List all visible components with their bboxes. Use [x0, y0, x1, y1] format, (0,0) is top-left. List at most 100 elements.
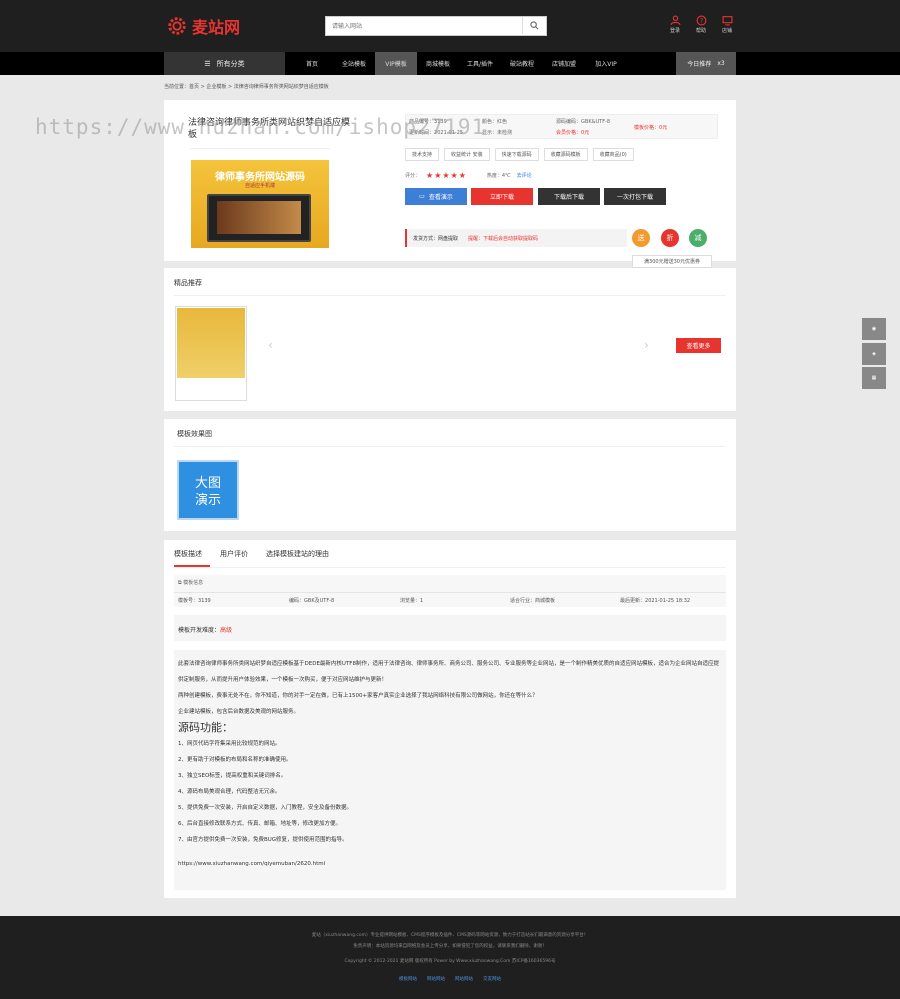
compass-icon: ◈: [872, 351, 876, 357]
nav-item-vip-templates[interactable]: VIP模板: [375, 52, 417, 75]
func-item: 7、由官方提供免费一次安装，免费BUG修复，提供使用范围的指导。: [178, 837, 348, 843]
watermark: https://www.huzhan.com/ishop27191: [35, 115, 486, 139]
tag-support[interactable]: 技术支持: [405, 148, 440, 161]
nav-item-home[interactable]: 首页: [291, 52, 333, 75]
ship-info: 发货方式：网盘提取 提醒：下载后会自动获取提取码: [405, 229, 627, 247]
tab-description[interactable]: 模板描述: [174, 549, 202, 559]
desc-para: 企业建站模板，包含后台数据及美观的网站服务。: [178, 709, 300, 715]
ship-label: 发货方式：网盘提取: [413, 235, 459, 242]
thumb-subtitle: 自适应手机端: [244, 183, 275, 189]
demo-button-label: 查看演示: [428, 194, 453, 201]
prop-template-price: 模板价格：0元: [634, 125, 668, 131]
download-after-button[interactable]: 下载后下载: [538, 188, 600, 205]
footer-link[interactable]: 交友网站: [483, 976, 501, 982]
nav-item-tools[interactable]: 工具/插件: [459, 52, 501, 75]
big-demo-button[interactable]: 大图 演示: [177, 460, 239, 520]
rating-label: 评分：: [405, 173, 421, 179]
description: 此套法律咨询律师事务所类网站织梦自适应模板基于DEDE最新内核UTF8制作，适用…: [174, 650, 726, 890]
product-thumbnail[interactable]: 律师事务所网站源码 自适应手机端: [191, 160, 329, 248]
info-updated: 最后更新：2021-01-25 18:32: [620, 598, 691, 604]
thumb-title: 律师事务所网站源码: [215, 172, 305, 183]
login-label: 登录: [669, 28, 680, 34]
today-label: 今日推荐: [687, 61, 712, 68]
menu-icon: ☰: [204, 59, 211, 68]
prop-encoding: 源码编码：GBK&UTF-8: [556, 119, 611, 125]
download-now-button[interactable]: 立即下载: [471, 188, 533, 205]
footer-link[interactable]: 网站网站: [455, 976, 473, 982]
monitor-icon: ▭: [419, 193, 425, 200]
divider: [174, 446, 726, 447]
nav-item-vip[interactable]: 加入VIP: [585, 52, 627, 75]
footer-line3: Copyright © 2012-2021 麦站网 版权所有 Power by …: [344, 959, 556, 964]
rating-row: 评分： ★★★★★ 热度：4℃ 去评论: [405, 171, 532, 180]
login-link[interactable]: 登录: [664, 15, 686, 34]
preview-panel: [164, 419, 736, 531]
reduce-badge[interactable]: 减: [689, 229, 707, 247]
tag-favorite[interactable]: 收藏商品(0): [592, 148, 634, 161]
tag-collect[interactable]: 收藏源码模板: [543, 148, 588, 161]
footer-line2: 免责声明：本站资源均来自网络及会员上传分享，如果侵犯了您的权益，请联系我们删除，…: [353, 944, 547, 949]
nav-item-join[interactable]: 店铺加盟: [543, 52, 585, 75]
copy-icon: ⧉: [178, 580, 182, 586]
info-views: 浏览量：1: [400, 598, 424, 604]
search-button[interactable]: [522, 17, 546, 34]
shop-link[interactable]: 店铺: [716, 15, 738, 34]
divider: [174, 295, 726, 296]
survey-icon: ▦: [871, 375, 877, 381]
prop-color: 颜色：红色: [482, 119, 508, 125]
logo-text: 麦站网: [192, 18, 241, 37]
gear-logo-icon: [168, 17, 186, 35]
source-link[interactable]: https://www.xiuzhanwang.com/qiyemuban/26…: [178, 856, 722, 872]
nav-item-tutorials[interactable]: 破站教程: [501, 52, 543, 75]
func-item: 1、网页代码字符集采用比较规范的网站。: [178, 741, 281, 747]
recommend-thumbnail: [177, 308, 245, 378]
info-encoding: 编码：GBK及UTF-8: [289, 598, 335, 604]
heat-text: 热度：4℃: [486, 173, 511, 179]
func-item: 3、独立SEO标签，提高权重和关键词排名。: [178, 773, 287, 779]
coupon-tip: 满300元赠送30元优惠券: [632, 255, 712, 268]
tag-install[interactable]: 收益统计 安装: [444, 148, 490, 161]
all-categories-button[interactable]: ☰ 所有分类: [164, 52, 285, 75]
ship-note: 提醒：下载后会自动获取提取码: [468, 235, 539, 242]
site-logo[interactable]: 麦站网: [166, 15, 240, 37]
tab-reasons[interactable]: 选择模板建站的理由: [266, 549, 329, 559]
discount-badge[interactable]: 折: [661, 229, 679, 247]
chevron-right-icon[interactable]: ›: [644, 338, 649, 352]
comment-link[interactable]: 去评论: [517, 172, 532, 179]
demo-button[interactable]: ▭ 查看演示: [405, 188, 467, 205]
shop-label: 店铺: [721, 28, 732, 34]
footer-link[interactable]: 模板网站: [399, 976, 417, 982]
rating-stars[interactable]: ★★★★★: [426, 171, 467, 180]
footer-links: 模板网站 网站网站 网站网站 交友网站: [0, 976, 900, 982]
search-icon: [530, 21, 539, 30]
chevron-left-icon[interactable]: ‹: [268, 338, 273, 352]
qq-float-button[interactable]: ◉: [862, 318, 886, 340]
info-id: 模板号：3139: [178, 598, 211, 604]
detail-tabs: 模板描述 用户评价 选择模板建站的理由: [174, 549, 329, 559]
nav-item-shop-templates[interactable]: 商城模板: [417, 52, 459, 75]
gift-badge[interactable]: 送: [632, 229, 650, 247]
desc-para: 此套法律咨询律师事务所类网站织梦自适应模板基于DEDE最新内核UTF8制作，适用…: [178, 661, 719, 683]
footer-link[interactable]: 网站网站: [427, 976, 445, 982]
divider: [174, 567, 726, 568]
compass-float-button[interactable]: ◈: [862, 343, 886, 365]
tab-reviews[interactable]: 用户评价: [220, 549, 248, 559]
main-nav: ☰ 所有分类 首页 全站模板 VIP模板 商城模板 工具/插件 破站教程 店铺加盟…: [164, 52, 736, 75]
today-recommend[interactable]: 今日推荐 x3: [676, 52, 736, 75]
preview-title: 模板效果图: [177, 430, 212, 438]
search-input[interactable]: [326, 17, 522, 35]
recommend-item[interactable]: [175, 306, 247, 401]
pack-download-button[interactable]: 一次打包下载: [604, 188, 666, 205]
func-item: 6、后台直接修改联系方式、传真、邮箱、地址等，修改更加方便。: [178, 821, 342, 827]
all-categories-label: 所有分类: [216, 59, 245, 68]
tag-download[interactable]: 快速下载源码: [494, 148, 539, 161]
survey-float-button[interactable]: ▦: [862, 367, 886, 389]
nav-item-all-templates[interactable]: 全站模板: [333, 52, 375, 75]
monitor-illustration: [207, 194, 311, 242]
qq-icon: ◉: [871, 326, 877, 332]
desc-para: 两种创建模板，费事无处不在，你不知道，你的对手一定在做，已有上1500+家客户真…: [178, 693, 538, 699]
product-tags: 技术支持 收益统计 安装 快速下载源码 收藏源码模板 收藏商品(0): [405, 148, 634, 161]
view-more-button[interactable]: 查看更多: [676, 338, 721, 353]
dev-value: 高级: [220, 627, 233, 634]
help-link[interactable]: ? 帮助: [690, 15, 712, 34]
